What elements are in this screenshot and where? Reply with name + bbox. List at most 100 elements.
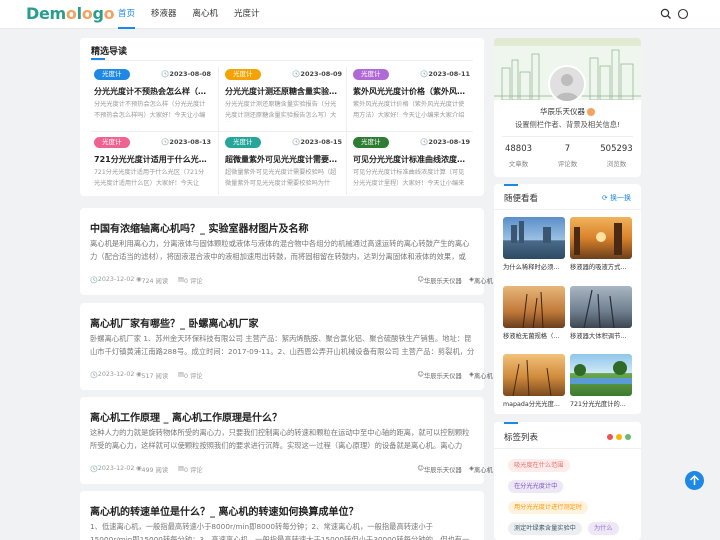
article-views: ◉ 517 阅读 [136,371,169,380]
divider [494,209,641,210]
author-avatar[interactable] [548,65,586,103]
post-thumbnail-caption[interactable]: 移液器的吸液方式... [570,262,632,271]
article-card[interactable]: 离心机厂家有哪些？_ 卧螺离心机厂家 卧螺离心机厂家 1、苏州金天环保科技有限公… [80,303,493,390]
stat-views: 505293 浏览数 [600,144,633,168]
post-date: 🕓2023-08-15 [292,138,342,146]
arrow-up-icon [689,474,700,485]
stat-posts: 48803 文章数 [504,144,533,168]
post-date: 🕓2023-08-09 [292,70,342,78]
featured-item-title[interactable]: 分光光度计不预热会怎么样（分... [94,86,212,97]
post-thumbnail[interactable] [503,286,565,328]
article-card[interactable]: 离心机的转速单位是什么？_ 离心机的转速如何换算成单位？ 1、低速离心机，一般指… [80,491,484,540]
article-title[interactable]: 离心机的转速单位是什么？_ 离心机的转速如何换算成单位？ [90,503,358,518]
nav-item-centrifuge[interactable]: 离心机 [185,0,227,29]
post-thumbnail-caption[interactable]: 为什么稀释时必须... [503,262,565,271]
article-category[interactable]: ◈ 离心机 [469,371,493,380]
article-card[interactable]: 离心机工作原理 _ 离心机工作原理是什么？ 这种人力的力就是旋转物体所受的离心力… [80,397,493,484]
nav-item-photometer[interactable]: 光度计 [226,0,268,29]
post-date: 🕓2023-08-08 [161,70,211,78]
article-category[interactable]: ◈ 离心机 [469,276,493,285]
search-icon[interactable] [660,8,672,20]
random-posts-title: 随便看看 [504,194,539,204]
verified-badge-icon [587,108,595,116]
article-date: 🕓 2023-12-02 [90,371,135,379]
post-thumbnail-caption[interactable]: 移液枪无菌规格（... [503,331,565,340]
featured-section: 精选导读 光度计 🕓2023-08-08 分光光度计不预热会怎么样（分... 分… [80,38,484,196]
shuffle-button[interactable]: ⟳ 换一换 [602,193,631,203]
category-tag[interactable]: 光度计 [94,137,130,148]
post-date: 🕓2023-08-13 [161,138,211,146]
article-excerpt: 这种人力的力就是旋转物体所受的离心力，只要我们控制离心的转速和颗粒在运动中至中心… [90,428,470,450]
category-tag[interactable]: 光度计 [225,69,261,80]
article-category[interactable]: ◈ 离心机 [469,465,493,474]
tag-item[interactable]: 在分光光度计中 [508,480,564,493]
featured-item[interactable]: 光度计 🕓2023-08-15 超微量紫外可见光光度计需要校... 超微量紫外可… [222,137,346,199]
article-views: ◉ 499 阅读 [136,465,169,474]
article-author[interactable]: ☺ 华辰乐天仪器 [417,465,461,474]
featured-item-desc: 721分光光度计适用于什么光区（721分光光度计适用什么区）大家好！今天让小..… [94,169,205,187]
article-meta: 🕓 2023-12-02 ◉ 499 阅读 ▤ 0 评论 ☺ 华辰乐天仪器 ◈ … [90,465,493,475]
featured-item-title[interactable]: 分光光度计测还原糖含量实验报... [225,86,343,97]
featured-item[interactable]: 光度计 🕓2023-08-11 紫外风光光度计价格（紫外风光... 紫外风光光度… [350,69,474,131]
article-excerpt: 离心机是利用离心力，分离液体与固体颗粒或液体与液体的混合物中各组分的机械通过高速… [90,239,470,261]
author-name[interactable]: 华辰乐天仪器 [494,106,641,117]
article-date: 🕓 2023-12-02 [90,465,135,473]
tag-item[interactable]: 用分光光度计进行测定时 [508,501,589,514]
article-excerpt: 1、低速离心机，一般指最高转速小于8000r/min即8000转每分钟；2、常速… [90,522,470,540]
featured-item-desc: 超微量紫外可见光光度计需要校验吗（超微量紫外可见光光度计需要校验吗为什么）... [225,169,337,187]
tag-item[interactable]: 吸光度在什么范围 [508,459,570,472]
post-thumbnail-caption[interactable]: mapada分光光度... [503,399,565,408]
tag-item[interactable]: 为什么 [588,522,619,535]
category-tag[interactable]: 光度计 [94,69,130,80]
title-accent-bar [504,184,518,186]
red-dot-icon [607,434,613,440]
article-comments: ▤ 0 评论 [178,276,203,285]
tag-list-title: 标签列表 [504,433,539,443]
divider [91,131,473,132]
category-tag[interactable]: 光度计 [353,137,389,148]
article-author[interactable]: ☺ 华辰乐天仪器 [417,371,461,380]
tag-item[interactable]: 测定叶绿素含量实验中 [508,522,582,535]
post-thumbnail[interactable] [570,217,632,259]
article-author[interactable]: ☺ 华辰乐天仪器 [417,276,461,285]
article-meta: 🕓 2023-12-02 ◉ 517 阅读 ▤ 0 评论 ☺ 华辰乐天仪器 ◈ … [90,371,493,381]
author-bio: 设置侧栏作者、背景及相关信息! [514,120,621,129]
post-thumbnail[interactable] [570,286,632,328]
article-title[interactable]: 离心机工作原理 _ 离心机工作原理是什么？ [90,409,282,424]
featured-item-title[interactable]: 超微量紫外可见光光度计需要校... [225,154,343,165]
category-tag[interactable]: 光度计 [225,137,261,148]
random-posts-widget: 随便看看 ⟳ 换一换 为什么稀释时必须... 移液器的吸液方式... 移液枪无菌… [494,184,641,414]
nav-item-pipette[interactable]: 移液器 [143,0,185,29]
post-thumbnail-caption[interactable]: 移液器大体积调节... [570,331,632,340]
post-date: 🕓2023-08-19 [420,138,470,146]
featured-item-title[interactable]: 紫外风光光度计价格（紫外风光... [353,86,471,97]
author-profile-card: 华辰乐天仪器 设置侧栏作者、背景及相关信息! 48803 文章数 7 评论数 505… [494,38,641,177]
back-to-top-button[interactable] [685,471,704,490]
post-thumbnail[interactable] [503,217,565,259]
featured-item[interactable]: 光度计 🕓2023-08-09 分光光度计测还原糖含量实验报... 分光光度计测… [222,69,346,131]
article-comments: ▤ 0 评论 [178,465,203,474]
featured-item[interactable]: 光度计 🕓2023-08-08 分光光度计不预热会怎么样（分... 分光光度计不… [91,69,215,131]
tag-list-widget: 标签列表 吸光度在什么范围 在分光光度计中 用分光光度计进行测定时 测定叶绿素含… [494,422,641,540]
divider [91,60,473,61]
article-date: 🕓 2023-12-02 [90,276,135,284]
featured-item-title[interactable]: 可见分光光度计标准曲线浓度计... [353,154,471,165]
article-title[interactable]: 中国有浓缩轴离心机吗？_ 实验室器材图片及名称 [90,220,308,235]
theme-toggle-icon[interactable] [677,8,689,20]
featured-item-desc: 分光光度计测还原糖含量实验报告（分光光度计测还原糖含量实验报告怎么写）大家... [225,101,337,119]
post-thumbnail[interactable] [570,354,632,396]
category-tag[interactable]: 光度计 [353,69,389,80]
article-card[interactable]: 中国有浓缩轴离心机吗？_ 实验室器材图片及名称 离心机是利用离心力，分离液体与固… [80,208,493,295]
site-logo[interactable]: Demologo [26,4,115,23]
featured-item[interactable]: 光度计 🕓2023-08-19 可见分光光度计标准曲线浓度计... 可见分光光度… [350,137,474,199]
featured-item-desc: 紫外风光光度计价格（紫外风光光度计使用方法）大家好！今天让小编来大家介绍下... [353,101,465,119]
post-thumbnail-caption[interactable]: 721分光光度计的... [570,399,632,408]
featured-item-title[interactable]: 721分光光度计适用于什么光区... [94,154,212,165]
title-accent-bar [91,58,105,60]
post-thumbnail[interactable] [503,354,565,396]
article-excerpt: 卧螺离心机厂家 1、苏州金天环保科技有限公司 主营产品：絮丙烯酰胺、聚合氯化铝、… [90,334,475,356]
featured-item[interactable]: 光度计 🕓2023-08-13 721分光光度计适用于什么光区... 721分光… [91,137,215,199]
article-title[interactable]: 离心机厂家有哪些？_ 卧螺离心机厂家 [90,315,258,330]
nav-item-home[interactable]: 首页 [110,0,143,29]
article-comments: ▤ 0 评论 [178,371,203,380]
